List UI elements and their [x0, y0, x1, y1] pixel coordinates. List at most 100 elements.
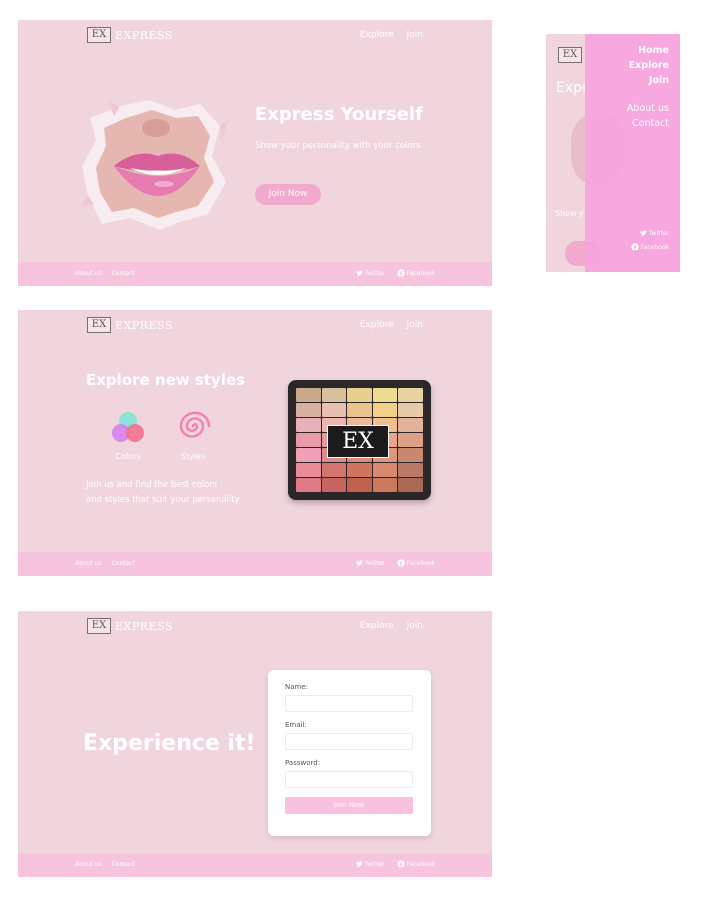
home-screen: EX EXPRESS Explore Join Express Yourself… — [18, 20, 492, 286]
nav-explore[interactable]: Explore — [360, 621, 394, 631]
nav-explore[interactable]: Explore — [360, 30, 394, 40]
drawer-item-contact[interactable]: Contact — [632, 118, 669, 129]
nav-join[interactable]: Join — [407, 30, 423, 40]
palette-swatch — [398, 463, 423, 477]
email-field[interactable] — [285, 733, 413, 750]
logo-mark: EX — [87, 317, 111, 333]
footer: About us Contact Twitter Facebook — [18, 552, 492, 576]
description-line-1: Join us and find the best colors — [86, 480, 218, 490]
top-nav: Explore Join — [360, 30, 423, 40]
twitter-link[interactable]: Twitter — [355, 559, 385, 567]
twitter-icon — [355, 560, 363, 566]
palette-swatch — [398, 418, 423, 432]
lips-image — [80, 100, 228, 230]
footer-about-link[interactable]: About us — [75, 861, 102, 868]
twitter-label: Twitter — [648, 229, 669, 237]
palette-swatch — [398, 403, 423, 417]
drawer-item-explore[interactable]: Explore — [629, 60, 669, 71]
explore-screen: EX EXPRESS Explore Join Explore new styl… — [18, 310, 492, 576]
facebook-link[interactable]: Facebook — [397, 559, 435, 567]
spiral-icon — [179, 411, 211, 438]
name-field[interactable] — [285, 695, 413, 712]
hero-title-peek: Expr — [556, 80, 588, 96]
drawer-item-home[interactable]: Home — [638, 45, 669, 56]
password-field[interactable] — [285, 771, 413, 788]
facebook-icon — [397, 269, 405, 277]
facebook-link[interactable]: Facebook — [397, 269, 435, 277]
colors-feature: Colors — [108, 410, 148, 461]
palette-swatch — [296, 403, 321, 417]
mobile-menu-screen: EX Expr Show y Home Explore Join About u… — [546, 34, 680, 272]
footer-contact-link[interactable]: Contact — [112, 861, 135, 868]
drawer-twitter-link[interactable]: Twitter — [639, 229, 669, 237]
palette-swatch — [296, 478, 321, 492]
nav-join[interactable]: Join — [407, 320, 423, 330]
logo-mark[interactable]: EX — [558, 47, 582, 63]
palette-swatch — [347, 478, 372, 492]
facebook-label: Facebook — [406, 860, 435, 868]
twitter-label: Twitter — [364, 860, 385, 868]
twitter-link[interactable]: Twitter — [355, 269, 385, 277]
palette-swatch — [398, 433, 423, 447]
drawer-item-join[interactable]: Join — [649, 75, 669, 86]
palette-swatch — [321, 403, 347, 417]
footer: About us Contact Twitter Facebook — [18, 853, 492, 877]
logo-word: EXPRESS — [115, 318, 173, 332]
footer-contact-link[interactable]: Contact — [112, 560, 135, 567]
brand-logo[interactable]: EX EXPRESS — [87, 27, 173, 43]
palette-swatch — [347, 403, 372, 417]
drawer-facebook-link[interactable]: Facebook — [631, 243, 669, 251]
nav-join[interactable]: Join — [407, 621, 423, 631]
join-now-button[interactable]: Join Now — [255, 184, 321, 205]
footer-about-link[interactable]: About us — [75, 560, 102, 567]
colors-label: Colors — [115, 452, 141, 461]
top-nav: Explore Join — [360, 621, 423, 631]
palette-swatch — [296, 448, 321, 462]
facebook-icon — [397, 860, 405, 868]
palette-swatch — [398, 448, 423, 462]
palette-swatch — [296, 388, 321, 402]
footer-about-link[interactable]: About us — [75, 270, 102, 277]
top-nav: Explore Join — [360, 320, 423, 330]
twitter-label: Twitter — [364, 559, 385, 567]
hero-subtitle: Show your personality with your colors — [255, 141, 421, 151]
nav-explore[interactable]: Explore — [360, 320, 394, 330]
palette-swatch — [372, 463, 398, 477]
facebook-icon — [631, 243, 639, 251]
palette-logo: EX — [327, 425, 389, 458]
hero-title: Express Yourself — [255, 104, 423, 125]
hero-subtitle-peek: Show y — [555, 209, 584, 218]
palette-swatch — [296, 418, 321, 432]
palette-swatch — [372, 478, 398, 492]
palette-swatch — [296, 463, 321, 477]
twitter-link[interactable]: Twitter — [355, 860, 385, 868]
brand-logo[interactable]: EX EXPRESS — [87, 618, 173, 634]
join-title: Experience it! — [83, 731, 256, 756]
password-label: Password: — [285, 759, 321, 767]
palette-swatch — [347, 388, 372, 402]
palette-swatch — [398, 478, 423, 492]
email-label: Email: — [285, 721, 307, 729]
submit-button[interactable]: Join Now — [285, 797, 413, 814]
facebook-link[interactable]: Facebook — [397, 860, 435, 868]
logo-word: EXPRESS — [115, 619, 173, 633]
styles-label: Styles — [180, 452, 206, 461]
footer-contact-link[interactable]: Contact — [112, 270, 135, 277]
drawer-item-about[interactable]: About us — [627, 103, 669, 114]
palette-swatch — [296, 433, 321, 447]
name-label: Name: — [285, 683, 309, 691]
join-screen: EX EXPRESS Explore Join Experience it! N… — [18, 611, 492, 877]
palette-swatch — [321, 388, 347, 402]
logo-mark: EX — [87, 27, 111, 43]
facebook-label: Facebook — [640, 243, 669, 251]
facebook-icon — [397, 559, 405, 567]
palette-swatch — [398, 388, 423, 402]
brand-logo[interactable]: EX EXPRESS — [87, 317, 173, 333]
facebook-label: Facebook — [406, 559, 435, 567]
palette-swatch — [372, 403, 398, 417]
twitter-icon — [355, 270, 363, 276]
palette-swatch — [372, 388, 398, 402]
explore-description: Join us and find the best colors and sty… — [86, 478, 240, 508]
twitter-label: Twitter — [364, 269, 385, 277]
footer: About us Contact Twitter Facebook — [18, 262, 492, 286]
